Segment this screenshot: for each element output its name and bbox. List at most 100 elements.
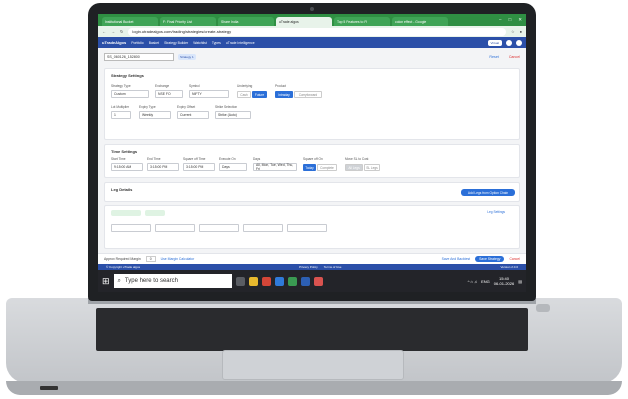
taskbar-search-input[interactable]: ⌕ Type here to search: [113, 274, 232, 288]
notifications-icon[interactable]: ▤: [518, 279, 522, 284]
strike-selection-select[interactable]: Strike (Auto): [215, 111, 251, 119]
version-text: Version 2.0.0: [500, 265, 518, 269]
field-label: Product: [275, 84, 286, 88]
strategy-type-select[interactable]: Custom: [111, 90, 149, 98]
expiry-type-select[interactable]: Weekly: [139, 111, 171, 119]
add-legs-button[interactable]: Add Legs from Option Chain: [461, 189, 515, 196]
tray-icons[interactable]: ^ ⌂ ♫: [468, 279, 478, 284]
reset-link[interactable]: Reset: [489, 55, 498, 59]
browser-tab[interactable]: F: Final Priority List: [160, 17, 216, 26]
back-icon[interactable]: ←: [102, 29, 106, 34]
taskbar-clock[interactable]: 15:40 06-01-2026: [494, 276, 514, 286]
start-icon[interactable]: ⊞: [102, 276, 110, 287]
nav-item-watchlist[interactable]: Watchlist: [193, 41, 207, 45]
section-title: Strategy Settings: [111, 73, 144, 78]
cancel-button[interactable]: Cancel: [509, 257, 520, 261]
underlying-future-button[interactable]: Future: [252, 91, 267, 98]
product-carryforward-button[interactable]: Carryforward: [294, 91, 322, 98]
nav-item-basket[interactable]: Basket: [149, 41, 159, 45]
app-icon[interactable]: [300, 276, 310, 286]
reload-icon[interactable]: ↻: [120, 29, 123, 34]
start-time-input[interactable]: 9:15:00 AM: [111, 163, 143, 171]
browser-tab[interactable]: Top 5 Features to Fi: [334, 17, 390, 26]
square-off-today-button[interactable]: Today: [303, 164, 316, 171]
square-off-complete-button[interactable]: Complete: [317, 164, 337, 171]
cancel-link[interactable]: Cancel: [509, 55, 520, 59]
field-label: Underlying: [237, 84, 253, 88]
nav-item-utrade-intelligence[interactable]: uTrade Intelligence: [226, 41, 255, 45]
forward-icon[interactable]: →: [111, 29, 115, 34]
app-navbar: uTradeAlgos Portfolio Basket Strategy Bu…: [98, 37, 526, 48]
field-label: Days: [253, 157, 261, 161]
expiry-offset-select[interactable]: Current: [177, 111, 209, 119]
app-icon[interactable]: [248, 276, 258, 286]
notification-icon[interactable]: [506, 39, 512, 46]
usb-port: [40, 386, 58, 390]
webcam: [310, 7, 314, 11]
laptop: Institutional Bucket F: Final Priority L…: [0, 0, 628, 399]
privacy-link[interactable]: Privacy Policy: [299, 265, 318, 269]
execute-on-select[interactable]: Days: [219, 163, 247, 171]
copyright-text: © Copyright uTrade algos: [106, 265, 141, 269]
symbol-input[interactable]: NIFTY: [189, 90, 229, 98]
language-indicator[interactable]: ENG: [481, 279, 490, 284]
bookmark-star-icon[interactable]: ☆: [511, 29, 515, 34]
save-backtest-link[interactable]: Save And Backtest: [442, 257, 470, 261]
exchange-select[interactable]: NSE FO: [155, 90, 183, 98]
leg-field[interactable]: [155, 224, 195, 232]
underlying-cash-button[interactable]: Cash: [237, 91, 251, 98]
virtual-badge[interactable]: Virtual: [487, 39, 502, 46]
strategy-name-input[interactable]: SS_060126_152800: [104, 53, 174, 61]
minimize-icon[interactable]: –: [499, 17, 502, 23]
nav-item-strategy-builder[interactable]: Strategy Builder: [164, 41, 188, 45]
leg-settings-link[interactable]: Leg Settings: [487, 210, 505, 214]
field-label: Exchange: [155, 84, 170, 88]
app-icon[interactable]: [274, 276, 284, 286]
close-icon[interactable]: ✕: [518, 17, 522, 23]
url-input[interactable]: login.utradealgos.com/trading/strategies…: [128, 27, 506, 36]
all-legs-button[interactable]: All Legs: [345, 164, 363, 171]
terms-link[interactable]: Terms of Use: [324, 265, 342, 269]
browser-tab[interactable]: Institutional Bucket: [102, 17, 158, 26]
screen: Institutional Bucket F: Final Priority L…: [98, 14, 526, 292]
field-label: Symbol: [189, 84, 200, 88]
app-icon[interactable]: [261, 276, 271, 286]
section-title: Leg Details: [111, 187, 133, 192]
lot-multiplier-stepper[interactable]: 1: [111, 111, 131, 119]
browser-tab[interactable]: Share India: [218, 17, 274, 26]
avatar[interactable]: [516, 39, 522, 46]
app-icon[interactable]: [287, 276, 297, 286]
margin-calculator-link[interactable]: Use Margin Calculator: [161, 257, 195, 261]
laptop-front-edge: [6, 381, 622, 395]
maximize-icon[interactable]: □: [509, 17, 512, 23]
task-view-icon[interactable]: [235, 276, 245, 286]
taskbar-search-placeholder: Type here to search: [124, 278, 178, 284]
leg-field[interactable]: [199, 224, 239, 232]
nav-item-portfolio[interactable]: Portfolio: [131, 41, 143, 45]
app-icon[interactable]: [313, 276, 323, 286]
field-label: Expiry Type: [139, 105, 156, 109]
leg-field[interactable]: [287, 224, 327, 232]
sl-legs-button[interactable]: SL Legs: [364, 164, 380, 171]
leg-field[interactable]: [243, 224, 283, 232]
window-controls: – □ ✕: [499, 17, 526, 23]
margin-label: Approx Required Margin: [104, 257, 141, 261]
leg-status-badge: [145, 210, 165, 216]
save-strategy-button[interactable]: Save Strategy: [475, 256, 505, 262]
browser-tab[interactable]: colon effect - Google: [392, 17, 448, 26]
days-select[interactable]: All, Mon, Tue, Wed, Thu, Fri: [253, 163, 297, 171]
app-logo[interactable]: uTradeAlgos: [102, 40, 126, 45]
browser-tab-active[interactable]: uTrade algos: [276, 17, 332, 26]
address-bar: ← → ↻ login.utradealgos.com/trading/stra…: [98, 26, 526, 37]
nav-item-types[interactable]: Types: [212, 41, 221, 45]
field-label: Strategy Type: [111, 84, 131, 88]
square-off-time-input[interactable]: 3:15:00 PM: [183, 163, 215, 171]
field-label: Start Time: [111, 157, 126, 161]
move-sl-checkbox[interactable]: Move SL to Cost: [345, 157, 368, 161]
power-button: [536, 304, 550, 312]
navbar-right: Virtual: [487, 39, 522, 46]
end-time-input[interactable]: 3:15:00 PM: [147, 163, 179, 171]
leg-field[interactable]: [111, 224, 151, 232]
profile-icon[interactable]: ●: [520, 29, 522, 34]
product-intraday-button[interactable]: Intraday: [275, 91, 293, 98]
